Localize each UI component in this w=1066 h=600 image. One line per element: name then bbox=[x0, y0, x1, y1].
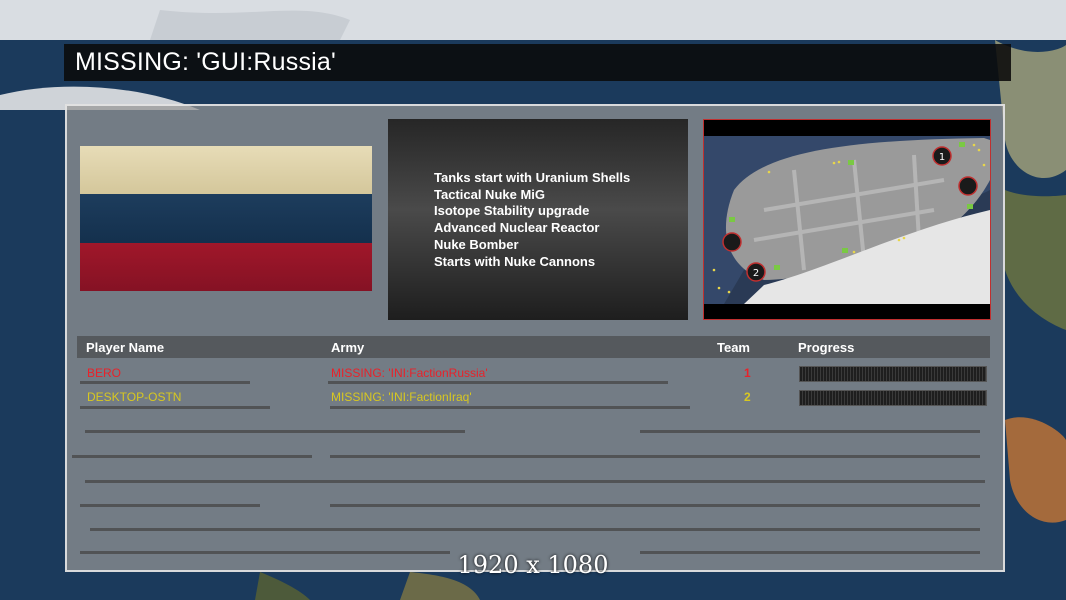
faction-trait: Starts with Nuke Cannons bbox=[434, 253, 596, 269]
header-progress: Progress bbox=[798, 340, 855, 355]
players-table-header: Player Name Army Team Progress bbox=[77, 336, 990, 358]
faction-traits-list: Tanks start with Uranium Shells Tactical… bbox=[434, 170, 630, 270]
player-load-progress-bar bbox=[799, 390, 987, 406]
player-name: BERO bbox=[87, 366, 122, 380]
faction-trait: Nuke Bomber bbox=[434, 236, 519, 252]
faction-traits-box: Tanks start with Uranium Shells Tactical… bbox=[388, 119, 688, 320]
header-team: Team bbox=[717, 340, 750, 355]
player-army: MISSING: 'INI:FactionRussia' bbox=[331, 366, 488, 380]
faction-trait: Advanced Nuclear Reactor bbox=[434, 220, 600, 236]
player-team: 1 bbox=[744, 366, 751, 380]
minimap-preview[interactable]: 1 2 bbox=[703, 119, 991, 320]
faction-trait: Tanks start with Uranium Shells bbox=[434, 170, 631, 185]
faction-title-bar: MISSING: 'GUI:Russia' bbox=[64, 44, 1011, 81]
start-position-2: 2 bbox=[753, 268, 759, 279]
header-army: Army bbox=[331, 340, 365, 355]
resolution-label: 1920 x 1080 bbox=[457, 551, 609, 579]
start-position-1: 1 bbox=[939, 152, 945, 163]
faction-trait: Tactical Nuke MiG bbox=[434, 186, 546, 202]
header-player-name: Player Name bbox=[86, 340, 165, 355]
faction-title: MISSING: 'GUI:Russia' bbox=[75, 48, 337, 76]
player-name: DESKTOP-OSTN bbox=[87, 390, 182, 404]
faction-trait: Isotope Stability upgrade bbox=[434, 203, 590, 219]
player-load-progress-bar bbox=[799, 366, 987, 382]
russia-flag-icon bbox=[80, 146, 372, 291]
player-team: 2 bbox=[744, 390, 751, 404]
player-army: MISSING: 'INI:FactionIraq' bbox=[331, 390, 472, 404]
